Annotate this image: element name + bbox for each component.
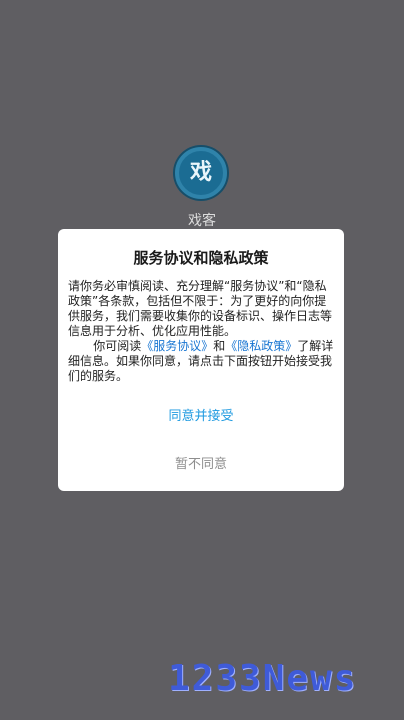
- dialog-title: 服务协议和隐私政策: [133, 249, 269, 267]
- dialog-paragraph-1: 请你务必审慎阅读、充分理解“服务协议”和“隐私政策”各条款，包括但不限于：为了更…: [68, 279, 333, 338]
- privacy-policy-link[interactable]: 《隐私政策》: [225, 339, 297, 353]
- app-name: 戏客: [188, 213, 216, 229]
- service-agreement-link[interactable]: 《服务协议》: [141, 339, 213, 353]
- disagree-button[interactable]: 暂不同意: [58, 453, 344, 472]
- app-logo-glyph: 戏: [189, 160, 212, 185]
- dialog-body: 请你务必审慎阅读、充分理解“服务协议”和“隐私政策”各条款，包括但不限于：为了更…: [68, 279, 336, 384]
- privacy-dialog: 服务协议和隐私政策 请你务必审慎阅读、充分理解“服务协议”和“隐私政策”各条款，…: [58, 229, 344, 491]
- agree-button[interactable]: 同意并接受: [58, 405, 344, 424]
- dialog-paragraph-2: 你可阅读《服务协议》和《隐私政策》了解详细信息。如果你同意，请点击下面按钮开始接…: [68, 339, 336, 384]
- paragraph-2-middle: 和: [213, 339, 226, 353]
- paragraph-2-prefix: 你可阅读: [93, 339, 142, 353]
- watermark: 1233News: [168, 658, 358, 699]
- app-logo-icon: 戏: [175, 147, 227, 199]
